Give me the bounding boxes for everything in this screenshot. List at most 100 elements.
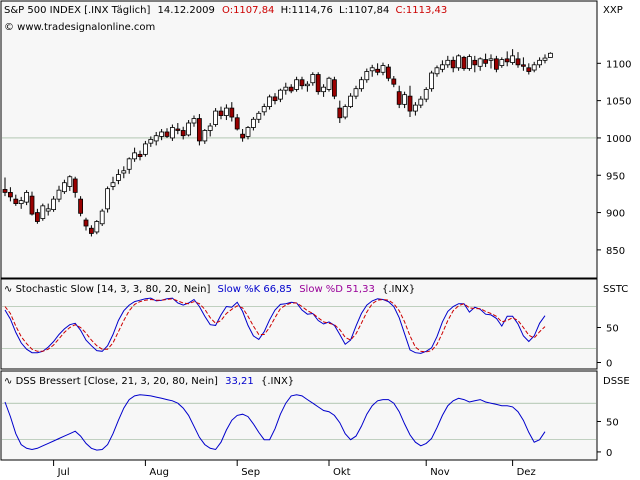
dss-tick-label: 0 [606,448,612,459]
candle-body [321,86,327,93]
candle-body [169,127,175,139]
candle-body [515,58,521,66]
candle-body [499,59,505,66]
stoch-axis-title: SSTC [603,284,628,295]
candle-body [261,106,267,113]
dss-value: 33,21 [225,376,254,387]
candle-body [396,91,402,105]
candle-body [245,127,251,137]
candle-body [423,89,429,100]
instrument-name: S&P 500 INDEX [.INX Täglich] [4,5,150,16]
candle-body [439,64,445,70]
candle-body [450,59,456,69]
chart-canvas: 1100 1050 1000 950 900 850 XXP S&P 500 INDEX … [0,0,640,480]
stoch-name: Stochastic Slow [14, 3, 3, 80, 20, Nein] [16,284,211,295]
candle-body [229,107,235,118]
candle-body [256,112,262,120]
header-high: H:1114,76 [281,5,333,16]
watermark: © www.tradesignalonline.com [4,22,155,33]
candle-body [391,78,397,85]
candle-body [477,58,483,67]
candle-body [148,139,154,144]
candle-body [2,189,8,193]
candle-body [461,56,467,69]
stoch-suffix: {.INX} [382,284,415,295]
candle-body [56,189,62,200]
candle-body [348,95,354,107]
candle-body [29,195,35,215]
price-tick-label: 1050 [606,97,631,108]
dss-axis-title: DSSE [603,376,630,387]
candle-body [132,152,138,160]
candle-body [153,135,159,142]
candle-body [342,106,348,118]
candle-body [250,118,256,128]
candle-body [240,133,246,139]
stoch-tick-label: 50 [606,324,619,335]
price-axis-title: XXP [603,5,623,16]
candle-body [375,68,381,73]
x-tick-label: Nov [430,467,450,478]
candle-body [304,83,310,87]
candle-body [13,198,19,205]
dss-header: ∿ DSS Bressert [Close, 21, 3, 20, 80, Ne… [4,376,294,387]
header-date: 14.12.2009 [158,5,215,16]
dss-panel: 50 0 DSSE ∿ DSS Bressert [Close, 21, 3, 2… [0,370,630,461]
candle-body [364,71,370,81]
candle-body [180,130,186,137]
candle-body [78,198,83,214]
candle-body [537,59,542,66]
indicator-icon: ∿ [4,284,12,295]
stoch-header: ∿ Stochastic Slow [14, 3, 3, 80, 20, Nei… [4,284,415,295]
candle-body [412,104,418,112]
candle-body [466,56,472,69]
candle-body [294,79,300,90]
candle-body [40,205,46,219]
candle-body [175,128,181,131]
candle-body [99,210,105,225]
candle-body [380,65,386,73]
candle-body [542,57,548,61]
candle-body [35,212,40,222]
candle-body [369,67,375,72]
header-open: O:1107,84 [222,5,274,16]
candle-body [402,94,408,105]
candle-body [272,96,278,102]
candle-body [385,66,391,79]
candle-body [548,52,553,58]
stoch-k-label: Slow %K 66,85 [218,284,292,295]
candle-body [164,131,170,137]
candle-body [299,79,305,87]
candle-body [358,79,364,90]
x-tick-label: Sep [241,467,260,478]
candle-body [510,55,516,63]
candle-body [434,67,440,75]
candle-body [504,58,510,63]
candle-body [223,107,229,116]
candle-body [310,74,316,84]
candle-body [196,118,202,142]
price-tick-label: 1100 [606,59,631,70]
candle-body [89,227,94,234]
candle-body [429,72,435,90]
candle-body [483,59,489,64]
price-tick-label: 900 [606,209,625,220]
price-header: S&P 500 INDEX [.INX Täglich] 14.12.2009 … [4,5,447,16]
dss-name: DSS Bressert [Close, 21, 3, 20, 80, Nein… [16,376,218,387]
candle-body [51,198,56,210]
candle-body [191,118,197,124]
candle-body [407,95,413,112]
candle-body [418,98,424,106]
candle-body [331,79,337,97]
candle-body [137,153,143,157]
candle-body [315,74,321,93]
dss-tick-label: 50 [606,417,619,428]
candle-body [105,188,110,210]
candle-body [337,107,343,119]
candle-body [67,176,73,187]
candle-body [526,67,532,72]
candle-body [18,200,24,205]
candle-body [277,89,283,100]
candle-body [121,170,127,174]
x-tick-label: Okt [333,467,351,478]
